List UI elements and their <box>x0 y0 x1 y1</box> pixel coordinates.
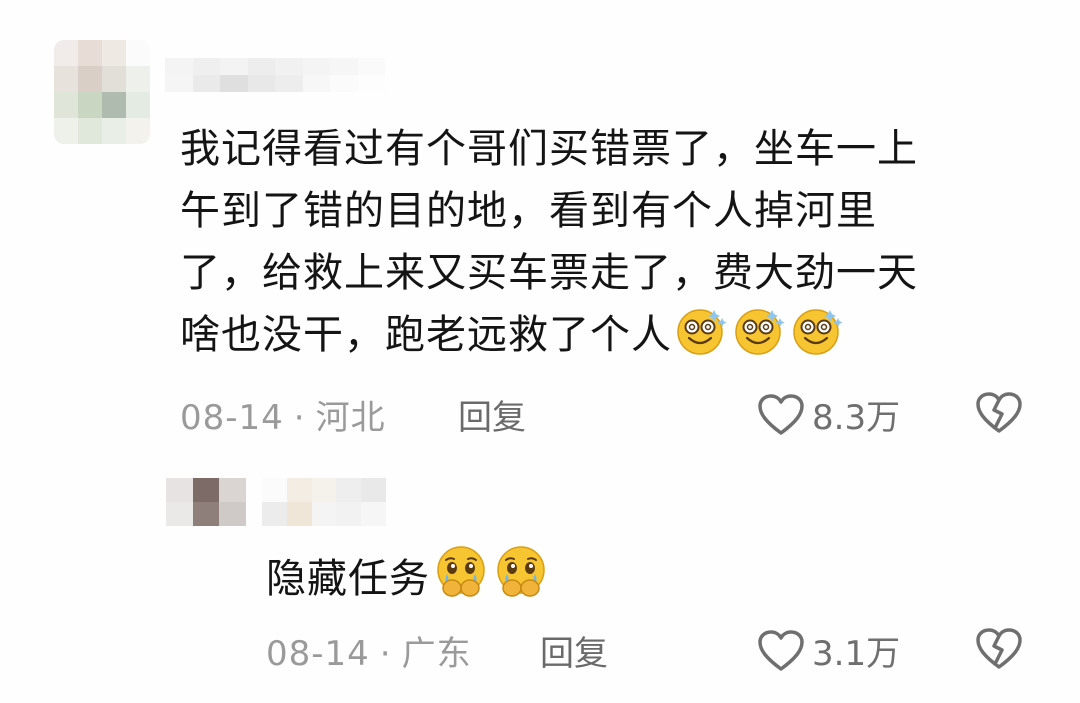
like-button[interactable]: 3.1万 <box>756 626 900 675</box>
meta-separator: · <box>379 634 392 674</box>
comment-line: 我记得看过有个哥们买错票了，坐车一上 <box>180 126 918 172</box>
comment-line: 午到了错的目的地，看到有个人掉河里 <box>180 188 877 234</box>
reply-button[interactable]: 回复 <box>540 626 608 675</box>
heart-icon <box>758 629 804 671</box>
meta-separator: · <box>293 398 306 438</box>
comment-date: 08-14 <box>266 634 370 674</box>
heart-icon <box>758 393 804 435</box>
avatar[interactable] <box>166 478 246 526</box>
like-button[interactable]: 8.3万 <box>756 390 900 439</box>
comment-meta: 08-14 · 广东 <box>266 626 472 675</box>
dislike-button[interactable] <box>974 390 1024 440</box>
username-blurred[interactable] <box>165 58 385 92</box>
comment-text: 我记得看过有个哥们买错票了，坐车一上 午到了错的目的地，看到有个人掉河里 了，给… <box>180 118 1020 374</box>
broken-heart-icon <box>976 628 1022 669</box>
comment-location: 河北 <box>315 398 386 438</box>
comment-meta: 08-14 · 河北 <box>180 390 386 439</box>
like-count: 3.1万 <box>812 634 901 674</box>
username-blurred[interactable] <box>262 478 386 526</box>
holding-back-tears-emoji <box>492 544 550 618</box>
avatar[interactable] <box>54 40 150 144</box>
comment-text: 隐藏任务 <box>266 544 686 618</box>
dizzy-smile-emoji <box>732 306 788 374</box>
dizzy-smile-emoji <box>790 306 846 374</box>
comment-line: 了，给救上来又买车票走了，费大劲一天 <box>180 250 918 296</box>
holding-back-tears-emoji <box>432 544 490 618</box>
dislike-button[interactable] <box>974 626 1024 676</box>
reply-button[interactable]: 回复 <box>458 390 526 439</box>
comment-location: 广东 <box>401 634 472 674</box>
dizzy-smile-emoji <box>674 306 730 374</box>
comment-date: 08-14 <box>180 398 284 438</box>
comment-line: 隐藏任务 <box>266 556 430 602</box>
broken-heart-icon <box>976 392 1022 433</box>
like-count: 8.3万 <box>812 398 901 438</box>
comment-line: 啥也没干，跑老远救了个人 <box>180 304 1020 374</box>
